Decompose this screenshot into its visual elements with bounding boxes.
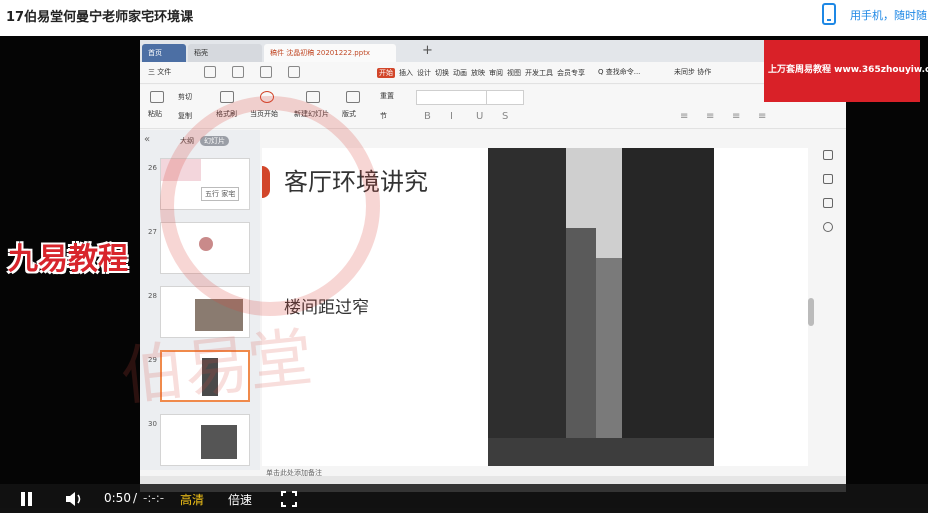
watermark-seal xyxy=(160,96,380,316)
animation-icon[interactable] xyxy=(823,174,833,184)
copy-button[interactable]: 复制 xyxy=(178,111,192,121)
right-toolbar xyxy=(820,150,836,250)
volume-icon[interactable] xyxy=(64,491,84,507)
time-separator: / xyxy=(133,491,138,505)
background-icon[interactable] xyxy=(823,198,833,208)
paste-button[interactable]: 粘贴 xyxy=(148,109,162,119)
redo-icon[interactable] xyxy=(288,66,300,78)
wps-menubar: 三 文件 开始 插入 设计 切换 动画 放映 审阅 视图 开发工具 会员专享 Q 查找命令... … xyxy=(140,62,846,84)
promo-banner: 上万套周易教程 www.365zhouyiw.com xyxy=(764,40,928,102)
building-right xyxy=(622,148,714,466)
wps-tab-bar: 首页 稻壳 稿件 沈晶初稿 20201222.pptx + xyxy=(140,40,846,62)
ribbon-tab-insert[interactable]: 插入 xyxy=(399,69,413,77)
mobile-phone-icon[interactable] xyxy=(822,3,836,25)
page-header: 17伯易堂何曼宁老师家宅环境课 用手机，随时随 xyxy=(0,0,928,30)
ribbon-tab-review[interactable]: 审阅 xyxy=(489,69,503,77)
align-center-icon[interactable]: ≡ xyxy=(706,111,714,122)
building-far xyxy=(596,258,622,466)
jiuyi-logo-text: 九易教程 xyxy=(8,242,128,277)
command-search[interactable]: Q 查找命令... xyxy=(598,67,640,77)
jiuyi-logo: 九易教程 xyxy=(8,234,168,282)
align-left-icon[interactable]: ≡ xyxy=(680,111,688,122)
format-painter-icon[interactable] xyxy=(220,91,234,103)
ribbon-tab-design[interactable]: 设计 xyxy=(417,69,431,77)
add-tab-icon[interactable]: + xyxy=(422,43,433,58)
collapse-panel-icon[interactable]: « xyxy=(144,134,150,145)
save-icon[interactable] xyxy=(204,66,216,78)
page: 17伯易堂何曼宁老师家宅环境课 用手机，随时随 首页 稻壳 稿件 沈晶初稿 20… xyxy=(0,0,928,513)
layout-button[interactable]: 版式 xyxy=(342,109,356,119)
building-left xyxy=(488,148,566,466)
help-icon[interactable] xyxy=(823,222,833,232)
canvas-scrollbar[interactable] xyxy=(808,298,814,326)
time-total: -:-:- xyxy=(143,491,165,505)
undo-icon[interactable] xyxy=(232,66,244,78)
ribbon-tab-view[interactable]: 视图 xyxy=(507,69,521,77)
ribbon-tab-list: 开始 插入 设计 切换 动画 放映 审阅 视图 开发工具 会员专享 xyxy=(377,68,589,78)
italic-icon[interactable]: I xyxy=(450,111,453,122)
quality-button[interactable]: 高清 xyxy=(180,491,204,508)
wps-tab-home[interactable]: 首页 xyxy=(142,44,186,62)
ground xyxy=(488,438,714,466)
slide-number: 26 xyxy=(148,164,157,172)
ribbon-tab-slideshow[interactable]: 放映 xyxy=(471,69,485,77)
wps-tab-docer[interactable]: 稻壳 xyxy=(188,44,262,62)
mobile-watch-link[interactable]: 用手机，随时随 xyxy=(850,7,927,23)
align-right-icon[interactable]: ≡ xyxy=(732,111,740,122)
bold-icon[interactable]: B xyxy=(424,111,431,122)
ribbon-tab-developer[interactable]: 开发工具 xyxy=(525,69,553,77)
buildings-photo[interactable] xyxy=(488,148,714,466)
underline-icon[interactable]: U xyxy=(476,111,483,122)
slide-number: 28 xyxy=(148,292,157,300)
new-slide-icon[interactable] xyxy=(306,91,320,103)
cut-button[interactable]: 剪切 xyxy=(178,92,192,102)
justify-icon[interactable]: ≡ xyxy=(758,111,766,122)
sync-status[interactable]: 未同步 协作 xyxy=(674,67,711,77)
paste-icon[interactable] xyxy=(150,91,164,103)
pause-icon[interactable] xyxy=(20,492,33,506)
strike-icon[interactable]: S xyxy=(502,111,508,122)
time-current: 0:50 xyxy=(104,491,131,505)
page-title: 17伯易堂何曼宁老师家宅环境课 xyxy=(6,10,194,25)
ribbon-tab-member[interactable]: 会员专享 xyxy=(557,69,585,77)
ribbon-tab-animation[interactable]: 动画 xyxy=(453,69,467,77)
promo-banner-text: 上万套周易教程 www.365zhouyiw.com xyxy=(768,65,928,75)
building-middle xyxy=(566,228,596,466)
font-name-select[interactable] xyxy=(416,90,496,105)
player-controls: 0:50 / -:-:- 高清 倍速 xyxy=(0,484,928,513)
slide-thumbnail[interactable] xyxy=(160,414,250,466)
section-button[interactable]: 节 xyxy=(380,111,387,121)
ribbon-tab-transition[interactable]: 切换 xyxy=(435,69,449,77)
ribbon-tab-home[interactable]: 开始 xyxy=(377,68,395,78)
slide-number: 30 xyxy=(148,420,157,428)
fullscreen-icon[interactable] xyxy=(281,491,297,507)
wps-tab-document[interactable]: 稿件 沈晶初稿 20201222.pptx xyxy=(264,44,396,62)
speed-button[interactable]: 倍速 xyxy=(228,491,252,508)
reset-button[interactable]: 重置 xyxy=(380,91,394,101)
interior-image xyxy=(201,425,237,459)
properties-icon[interactable] xyxy=(823,150,833,160)
font-size-select[interactable] xyxy=(486,90,524,105)
file-menu[interactable]: 三 文件 xyxy=(148,67,171,77)
video-player[interactable]: 首页 稻壳 稿件 沈晶初稿 20201222.pptx + 三 文件 开始 插入设… xyxy=(0,36,928,513)
print-icon[interactable] xyxy=(260,66,272,78)
layout-icon[interactable] xyxy=(346,91,360,103)
